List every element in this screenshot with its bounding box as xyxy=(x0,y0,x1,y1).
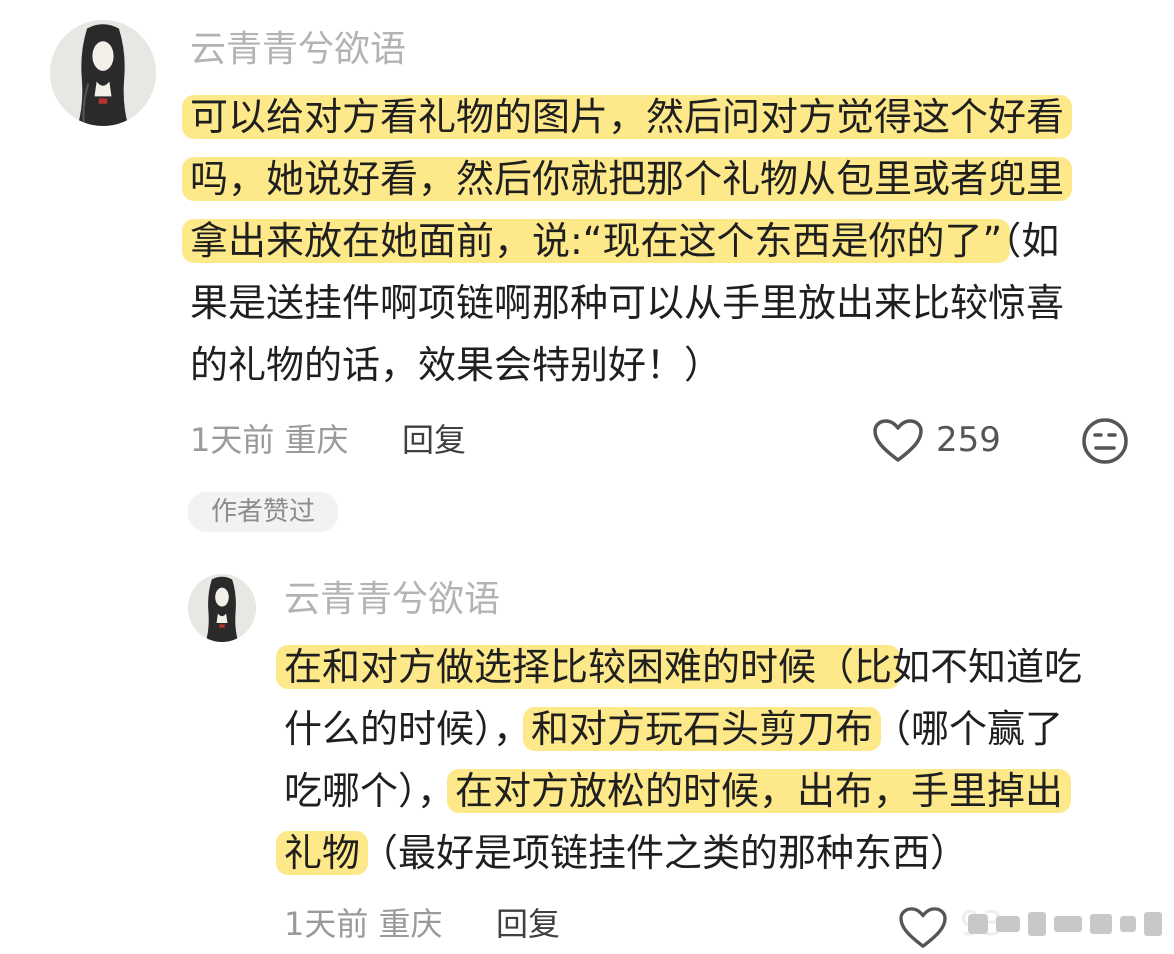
reply-meta: 1天前 重庆 xyxy=(284,905,443,943)
comment-line: 拿出来放在她面前，说:“现在这个东西是你的了”（如 xyxy=(182,210,1060,272)
reply-avatar-image xyxy=(188,574,256,642)
highlighted-text: 在对方放松的时候，出布，手里掉出 xyxy=(447,769,1072,813)
text-segment: 如不知道吃 xyxy=(892,645,1083,689)
watermark xyxy=(958,904,1170,944)
highlighted-text: 可以给对方看礼物的图片，然后问对方觉得这个好看 xyxy=(182,95,1073,139)
text-segment: 什么的时候）， xyxy=(284,707,532,751)
author-liked-badge: 作者赞过 xyxy=(188,492,338,532)
text-segment: （哪个赢了 xyxy=(873,707,1064,751)
comment-line: 可以给对方看礼物的图片，然后问对方觉得这个好看 xyxy=(182,86,1073,148)
highlighted-text: 和对方玩石头剪刀布 xyxy=(523,707,882,751)
highlighted-text: 在和对方做选择比较困难的时候（比 xyxy=(276,645,901,689)
reply-line: 礼物（最好是项链挂件之类的那种东西） xyxy=(276,822,969,884)
reply-reply-button[interactable]: 回复 xyxy=(496,902,560,946)
dislike-face-icon[interactable] xyxy=(1080,416,1130,466)
reply-button[interactable]: 回复 xyxy=(402,418,466,462)
comment-line: 吗，她说好看，然后你就把那个礼物从包里或者兜里 xyxy=(182,148,1073,210)
reply-line: 什么的时候），和对方玩石头剪刀布（哪个赢了 xyxy=(284,698,1063,760)
like-count: 259 xyxy=(936,420,1001,460)
text-segment: 的礼物的话，效果会特别好！） xyxy=(190,343,723,387)
reply-heart-icon[interactable] xyxy=(898,906,948,950)
avatar[interactable] xyxy=(50,20,156,126)
reply-avatar[interactable] xyxy=(188,574,256,642)
reply-line: 在和对方做选择比较困难的时候（比如不知道吃 xyxy=(276,636,1083,698)
highlighted-text: 吗，她说好看，然后你就把那个礼物从包里或者兜里 xyxy=(182,157,1073,201)
comment-meta: 1天前 重庆 xyxy=(190,421,349,459)
comment-line: 的礼物的话，效果会特别好！） xyxy=(190,334,722,396)
text-segment: 吃哪个）， xyxy=(284,769,456,813)
highlighted-text: 礼物 xyxy=(276,831,369,875)
highlighted-text: 拿出来放在她面前，说:“现在这个东西是你的了” xyxy=(182,219,1011,263)
text-segment: 果是送挂件啊项链啊那种可以从手里放出来比较惊喜 xyxy=(190,281,1065,325)
avatar-image xyxy=(50,20,156,126)
comment-username[interactable]: 云青青兮欲语 xyxy=(190,28,406,72)
reply-username[interactable]: 云青青兮欲语 xyxy=(284,578,500,622)
reply-line: 吃哪个），在对方放松的时候，出布，手里掉出 xyxy=(284,760,1072,822)
text-segment: （如 xyxy=(1002,219,1060,263)
text-segment: （最好是项链挂件之类的那种东西） xyxy=(360,831,969,875)
comment-line: 果是送挂件啊项链啊那种可以从手里放出来比较惊喜 xyxy=(190,272,1064,334)
heart-icon[interactable] xyxy=(872,418,924,464)
